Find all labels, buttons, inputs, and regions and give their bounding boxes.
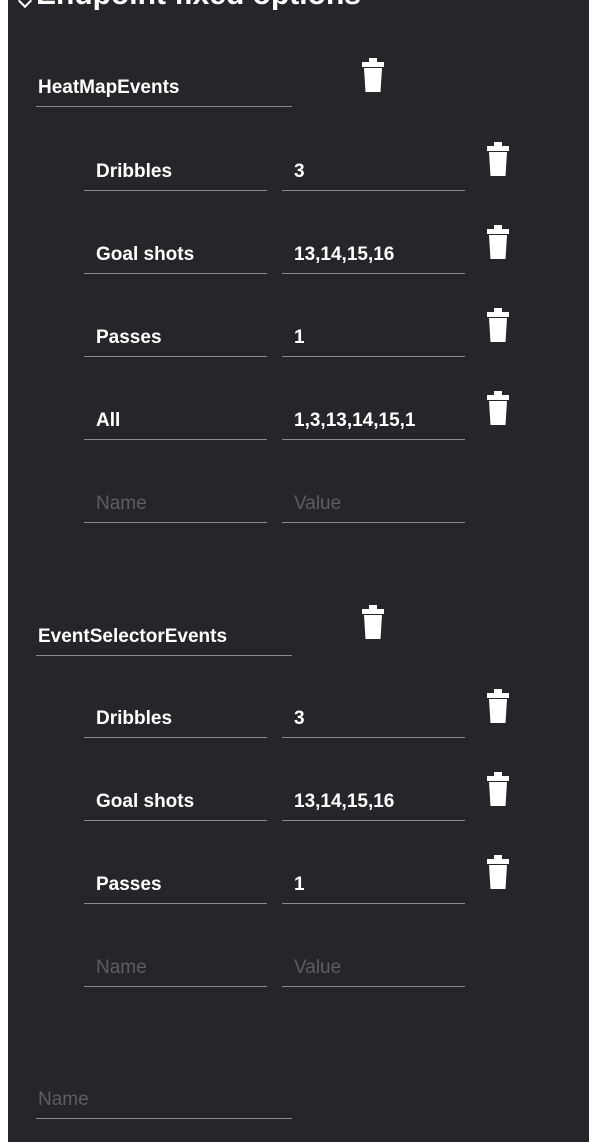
new-option-name-input[interactable] (84, 492, 267, 516)
delete-option-button[interactable] (487, 391, 509, 427)
option-value-input[interactable] (282, 790, 465, 814)
endpoint-fixed-options-panel: Endpoint fixed options (8, 0, 589, 1142)
delete-option-button[interactable] (487, 308, 509, 344)
new-group-name-field[interactable] (36, 1080, 292, 1119)
option-name-input[interactable] (84, 243, 267, 267)
option-name-field[interactable] (84, 699, 267, 738)
delete-option-button[interactable] (487, 225, 509, 261)
new-option-name-input[interactable] (84, 956, 267, 980)
option-name-field[interactable] (84, 401, 267, 440)
option-name-input[interactable] (84, 326, 267, 350)
section-title: Endpoint fixed options (36, 0, 361, 12)
group-name-field[interactable] (36, 617, 292, 656)
option-value-field[interactable] (282, 235, 465, 274)
delete-option-button[interactable] (487, 142, 509, 178)
delete-option-button[interactable] (487, 855, 509, 891)
new-option-value-input[interactable] (282, 956, 465, 980)
delete-option-button[interactable] (487, 772, 509, 808)
trash-icon (487, 142, 509, 176)
delete-group-button[interactable] (362, 58, 384, 94)
option-value-input[interactable] (282, 873, 465, 897)
new-group-name-input[interactable] (36, 1088, 292, 1112)
trash-icon (362, 605, 384, 639)
option-name-field[interactable] (84, 152, 267, 191)
option-value-field[interactable] (282, 699, 465, 738)
new-option-name-field[interactable] (84, 948, 267, 987)
trash-icon (487, 391, 509, 425)
trash-icon (487, 772, 509, 806)
trash-icon (487, 855, 509, 889)
new-option-value-input[interactable] (282, 492, 465, 516)
new-option-value-field[interactable] (282, 948, 465, 987)
option-value-field[interactable] (282, 865, 465, 904)
group-name-input[interactable] (36, 76, 292, 100)
chevron-down-icon[interactable] (17, 0, 33, 9)
option-value-input[interactable] (282, 326, 465, 350)
option-name-field[interactable] (84, 235, 267, 274)
new-option-name-field[interactable] (84, 484, 267, 523)
option-name-field[interactable] (84, 318, 267, 357)
section-header[interactable]: Endpoint fixed options (8, 0, 589, 18)
group-name-input[interactable] (36, 625, 292, 649)
option-name-input[interactable] (84, 409, 267, 433)
option-name-input[interactable] (84, 790, 267, 814)
option-value-field[interactable] (282, 782, 465, 821)
option-name-input[interactable] (84, 873, 267, 897)
trash-icon (487, 225, 509, 259)
new-option-value-field[interactable] (282, 484, 465, 523)
option-name-input[interactable] (84, 707, 267, 731)
trash-icon (487, 308, 509, 342)
option-name-field[interactable] (84, 782, 267, 821)
delete-option-button[interactable] (487, 689, 509, 725)
option-name-input[interactable] (84, 160, 267, 184)
option-value-input[interactable] (282, 707, 465, 731)
option-value-field[interactable] (282, 318, 465, 357)
option-value-field[interactable] (282, 401, 465, 440)
trash-icon (487, 689, 509, 723)
delete-group-button[interactable] (362, 605, 384, 641)
option-value-input[interactable] (282, 243, 465, 267)
option-value-field[interactable] (282, 152, 465, 191)
group-name-field[interactable] (36, 68, 292, 107)
option-value-input[interactable] (282, 409, 465, 433)
option-name-field[interactable] (84, 865, 267, 904)
trash-icon (362, 58, 384, 92)
option-value-input[interactable] (282, 160, 465, 184)
